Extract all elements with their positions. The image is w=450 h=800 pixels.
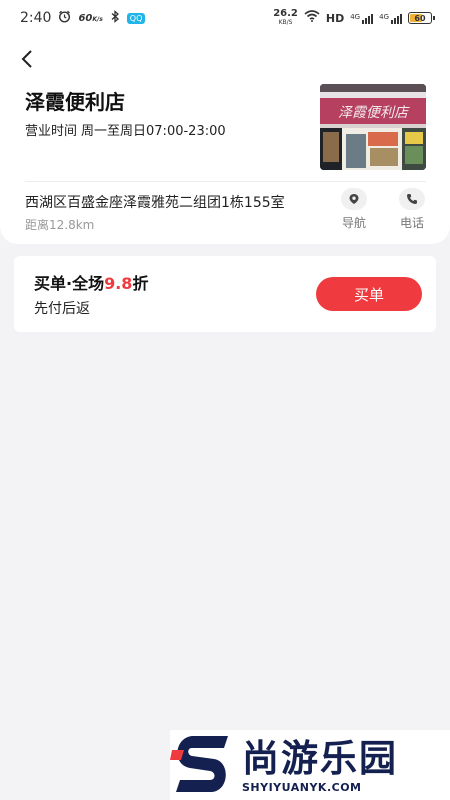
app-badge: QQ <box>126 12 146 24</box>
phone-button[interactable]: 电话 <box>392 188 432 231</box>
hours-label: 营业时间 <box>25 124 78 139</box>
promo-title: 买单·全场9.8折 <box>34 270 148 294</box>
site-watermark: 尚游乐园 SHYIYUANYK.COM <box>170 730 450 800</box>
store-photo[interactable]: 泽霞便利店 <box>320 84 426 170</box>
navigate-button[interactable]: 导航 <box>334 188 374 231</box>
promo-subtitle: 先付后返 <box>34 301 90 317</box>
status-left: 2:40 60K/s QQ <box>20 10 146 26</box>
watermark-en: SHYIYUANYK.COM <box>242 780 362 794</box>
signal-icon: 4G <box>350 12 374 24</box>
store-name: 泽霞便利店 <box>25 90 125 114</box>
back-arrow-icon <box>21 50 32 68</box>
alarm-icon <box>58 10 71 26</box>
store-sign-text: 泽霞便利店 <box>338 105 410 121</box>
wifi-icon <box>304 10 320 26</box>
discount-rate: 9.8 <box>104 274 133 293</box>
hours-value: 周一至周日07:00-23:00 <box>81 124 226 139</box>
navigate-label: 导航 <box>341 216 366 230</box>
navigate-circle <box>341 188 367 210</box>
sim2-label: 4G <box>379 12 389 21</box>
watermark-logo <box>170 730 238 800</box>
pay-button[interactable]: 买单 <box>316 277 422 311</box>
promo-card: 买单·全场9.8折 先付后返 买单 <box>14 256 436 332</box>
location-pin-icon <box>349 194 359 204</box>
phone-label: 电话 <box>399 216 424 230</box>
status-right: 26.2 KB/S HD 4G 4G 60 <box>273 9 435 27</box>
back-button[interactable] <box>12 44 42 74</box>
bluetooth-icon <box>110 10 120 26</box>
signal-icon-2: 4G <box>379 13 402 24</box>
battery-level: 60 <box>414 13 426 23</box>
speed-value: 60 <box>78 12 93 24</box>
phone-icon <box>407 194 417 204</box>
watermark-text: 尚游乐园 SHYIYUANYK.COM <box>242 737 398 794</box>
net-speed: 26.2 KB/S <box>273 9 298 27</box>
sim1-label: 4G <box>350 12 361 21</box>
status-time: 2:40 <box>20 10 52 26</box>
phone-circle <box>399 188 425 210</box>
store-card: 泽霞便利店 营业时间 周一至周日07:00-23:00 泽霞便利店 西湖区百盛金… <box>0 36 450 244</box>
status-bar: 2:40 60K/s QQ 26.2 KB/S HD 4G 4G 60 <box>0 0 450 36</box>
business-hours: 营业时间 周一至周日07:00-23:00 <box>25 120 226 139</box>
store-distance: 距离12.8km <box>25 218 95 232</box>
store-address: 西湖区百盛金座泽霞雅苑二组团1栋155室 <box>25 195 285 211</box>
hd-indicator: HD <box>325 11 345 25</box>
speed-unit: K/s <box>92 15 103 23</box>
divider <box>25 181 426 182</box>
net-speed-value: 26.2 <box>273 8 298 19</box>
battery-icon: 60 <box>408 12 435 24</box>
promo-title-prefix: 买单·全场 <box>34 274 105 293</box>
promo-title-suffix: 折 <box>132 274 149 293</box>
watermark-cn: 尚游乐园 <box>242 736 398 780</box>
net-speed-unit: KB/S <box>278 19 293 26</box>
speed-indicator: 60K/s <box>78 13 102 24</box>
